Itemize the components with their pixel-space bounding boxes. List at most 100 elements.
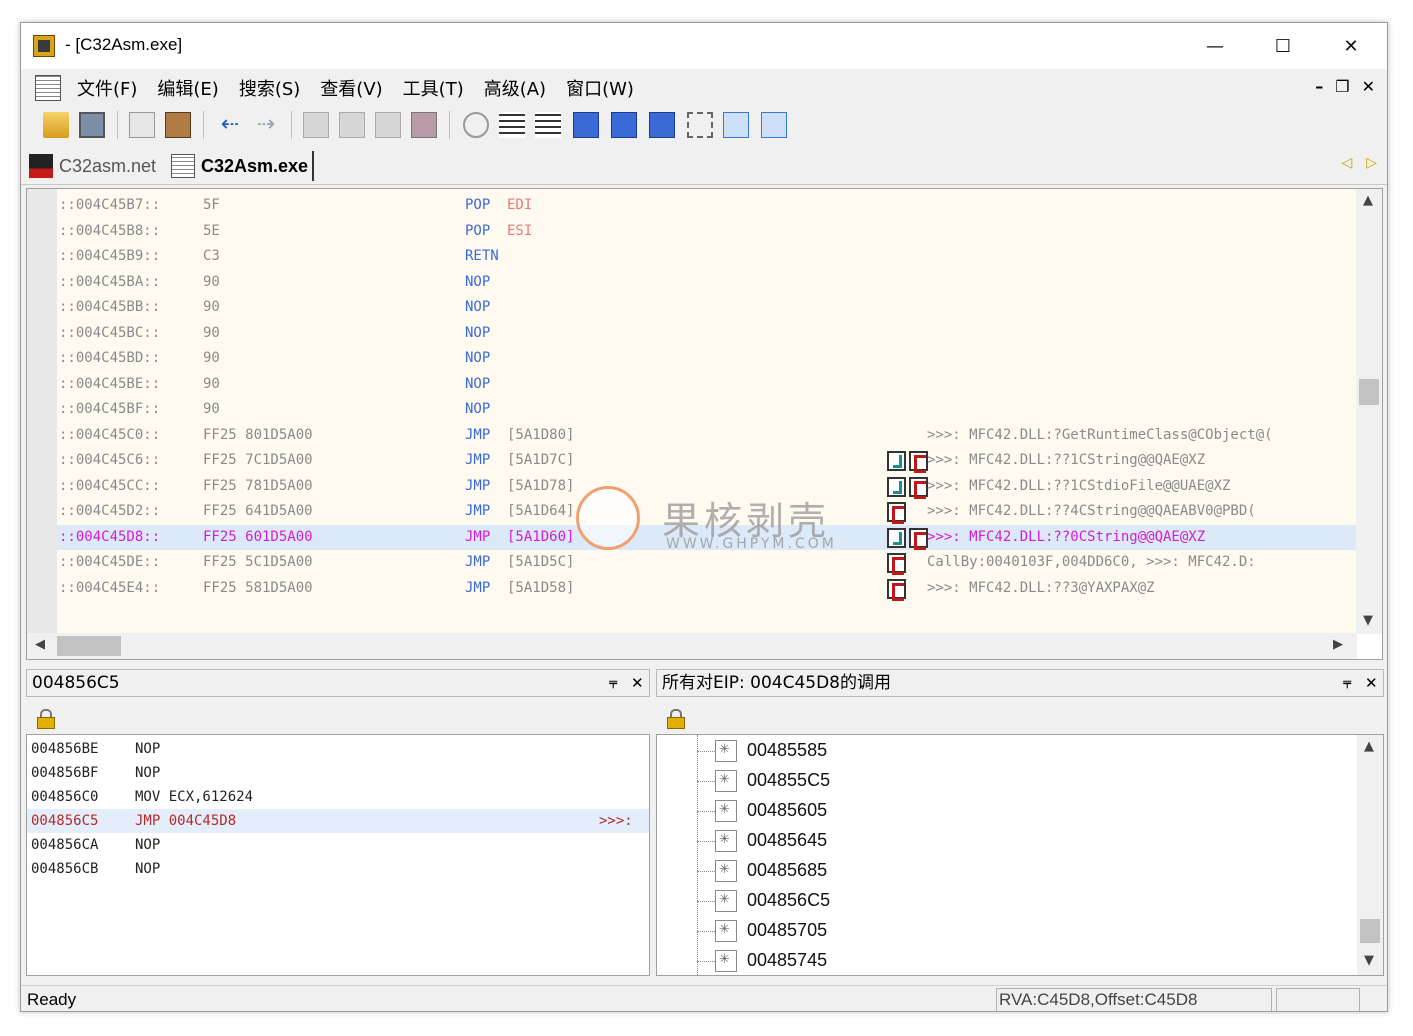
forward-arrow-icon[interactable]: ⇢ (253, 112, 279, 138)
code-row[interactable]: ::004C45B9:: C3 RETN (57, 244, 1357, 269)
tree-item[interactable]: 004855C5 (697, 766, 1337, 796)
list-icon[interactable] (499, 112, 525, 138)
horizontal-scrollbar[interactable]: ◀ ▶ (27, 633, 1357, 659)
scroll-down-icon[interactable]: ▼ (1363, 613, 1373, 628)
patch-icon[interactable] (411, 112, 437, 138)
call-marker-icon[interactable] (909, 451, 928, 473)
disassembly-view[interactable]: ::004C45B7:: 5F POP EDI::004C45B8:: 5E POP ESI… (26, 188, 1383, 660)
vertical-scrollbar[interactable]: ▲ ▼ (1357, 735, 1383, 975)
code-row[interactable]: ::004C45BD:: 90 NOP (57, 346, 1357, 371)
code-row[interactable]: ::004C45CC:: FF25 781D5A00 JMP [5A1D78] >>>… (57, 474, 1357, 499)
menu-item[interactable]: 查看(V) (320, 75, 382, 101)
tab-scroll-left-icon[interactable]: ◁ (1341, 155, 1352, 171)
instruction-mnemonic: JMP (465, 452, 491, 468)
tree-item[interactable]: 00485605 (697, 796, 1337, 826)
list-item[interactable]: 004856C5 JMP 004C45D8 >>>: (27, 809, 649, 833)
scroll-left-icon[interactable]: ◀ (35, 637, 45, 652)
edit-icon[interactable] (375, 112, 401, 138)
menu-item[interactable]: 编辑(E) (157, 75, 218, 101)
call-tree-list[interactable]: 00485585 004855C5 00485605 00485645 00485685… (656, 734, 1384, 976)
code-row[interactable]: ::004C45E4:: FF25 581D5A00 JMP [5A1D58] >>>… (57, 576, 1357, 601)
scroll-up-icon[interactable]: ▲ (1363, 193, 1373, 208)
minimize-button[interactable]: — (1181, 23, 1249, 69)
call-marker-icon[interactable] (887, 553, 906, 575)
tab-c32asm-net[interactable]: C32asm.net (29, 151, 156, 181)
tab-scroll-right-icon[interactable]: ▷ (1366, 155, 1377, 171)
code-area[interactable]: ::004C45B7:: 5F POP EDI::004C45B8:: 5E POP ESI… (57, 189, 1357, 634)
code-row[interactable]: ::004C45BB:: 90 NOP (57, 295, 1357, 320)
goto-line-icon[interactable] (339, 112, 365, 138)
menu-item[interactable]: 文件(F) (77, 75, 137, 101)
code-row[interactable]: ::004C45BF:: 90 NOP (57, 397, 1357, 422)
scroll-down-icon[interactable]: ▼ (1364, 953, 1374, 968)
pin-icon[interactable]: ⫧ (1343, 670, 1351, 696)
menu-item[interactable]: 工具(T) (403, 75, 464, 101)
maximize-button[interactable]: ☐ (1249, 23, 1317, 69)
copy-icon[interactable] (129, 112, 155, 138)
tree-item[interactable]: 00485645 (697, 826, 1337, 856)
scroll-thumb[interactable] (1359, 379, 1379, 405)
code-row[interactable]: ::004C45C6:: FF25 7C1D5A00 JMP [5A1D7C] >>>… (57, 448, 1357, 473)
scroll-thumb[interactable] (1360, 919, 1380, 943)
call-marker-icon[interactable] (909, 527, 928, 550)
list-item[interactable]: 004856C0 MOV ECX,612624 (27, 785, 649, 809)
scroll-thumb[interactable] (57, 636, 121, 656)
lock-icon[interactable] (667, 709, 685, 729)
call-marker-icon[interactable] (887, 502, 906, 524)
export-table-icon[interactable] (611, 112, 637, 138)
import-table-icon[interactable] (573, 112, 599, 138)
jump-marker-icon[interactable] (887, 527, 906, 548)
pin-icon[interactable]: ⫧ (609, 670, 617, 696)
tree-item[interactable]: 00485745 (697, 946, 1337, 975)
scroll-right-icon[interactable]: ▶ (1333, 637, 1343, 652)
instruction-operand: [5A1D64] (507, 503, 575, 519)
target-icon[interactable] (463, 112, 489, 138)
code-row[interactable]: ::004C45BC:: 90 NOP (57, 321, 1357, 346)
goto-address-icon[interactable] (303, 112, 329, 138)
code-row[interactable]: ::004C45B7:: 5F POP EDI (57, 193, 1357, 218)
tree-item[interactable]: 004856C5 (697, 886, 1337, 916)
menu-item[interactable]: 窗口(W) (566, 75, 634, 101)
tree-item[interactable]: 00485705 (697, 916, 1337, 946)
list-item[interactable]: 004856CA NOP (27, 833, 649, 857)
reference-code-list[interactable]: 004856BE NOP 004856BF NOP 004856C0 MOV ECX,61… (26, 734, 650, 976)
save-disk-icon[interactable] (79, 112, 105, 138)
mdi-close-button[interactable]: ✕ (1362, 77, 1375, 96)
list-item[interactable]: 004856CB NOP (27, 857, 649, 881)
jump-marker-icon[interactable] (887, 451, 906, 471)
code-row[interactable]: ::004C45BA:: 90 NOP (57, 270, 1357, 295)
code-row[interactable]: ::004C45DE:: FF25 5C1D5A00 JMP [5A1D5C] Cal… (57, 550, 1357, 575)
close-panel-button[interactable]: ✕ (1365, 670, 1378, 696)
code-row[interactable]: ::004C45D2:: FF25 641D5A00 JMP [5A1D64] >>>… (57, 499, 1357, 524)
list-item[interactable]: 004856BE NOP (27, 737, 649, 761)
call-marker-icon[interactable] (887, 578, 906, 601)
tab-c32asm-exe[interactable]: C32Asm.exe (171, 151, 315, 181)
string-table-icon[interactable] (649, 112, 675, 138)
close-button[interactable]: ✕ (1317, 23, 1385, 69)
call-marker-icon[interactable] (909, 476, 928, 499)
menu-item[interactable]: 高级(A) (484, 75, 546, 101)
indent-list-icon[interactable] (535, 112, 561, 138)
tree-item[interactable]: 00485585 (697, 736, 1337, 766)
process-icon[interactable] (687, 112, 713, 138)
scroll-up-icon[interactable]: ▲ (1364, 739, 1374, 754)
split-view-icon[interactable] (761, 112, 787, 138)
lock-icon[interactable] (37, 709, 55, 729)
menu-item[interactable]: 搜索(S) (239, 75, 300, 101)
code-row[interactable]: ::004C45D8:: FF25 601D5A00 JMP [5A1D60] >>>… (57, 524, 1357, 550)
mdi-restore-button[interactable]: ❐ (1335, 77, 1349, 96)
list-item[interactable]: 004856BF NOP (27, 761, 649, 785)
single-view-icon[interactable] (723, 112, 749, 138)
jump-marker-icon[interactable] (887, 476, 906, 497)
code-row[interactable]: ::004C45B8:: 5E POP ESI (57, 219, 1357, 244)
tree-item[interactable]: 00485685 (697, 856, 1337, 886)
code-row[interactable]: ::004C45C0:: FF25 801D5A00 JMP [5A1D80] >>>… (57, 423, 1357, 448)
code-row[interactable]: ::004C45BE:: 90 NOP (57, 372, 1357, 397)
paste-icon[interactable] (165, 112, 191, 138)
close-panel-button[interactable]: ✕ (631, 670, 644, 696)
status-bar: Ready RVA:C45D8,Offset:C45D8 (21, 985, 1387, 1011)
open-folder-icon[interactable] (43, 112, 69, 138)
back-arrow-icon[interactable]: ⇠ (217, 112, 243, 138)
mdi-minimize-button[interactable]: – (1315, 77, 1323, 96)
vertical-scrollbar[interactable]: ▲ ▼ (1356, 189, 1382, 634)
